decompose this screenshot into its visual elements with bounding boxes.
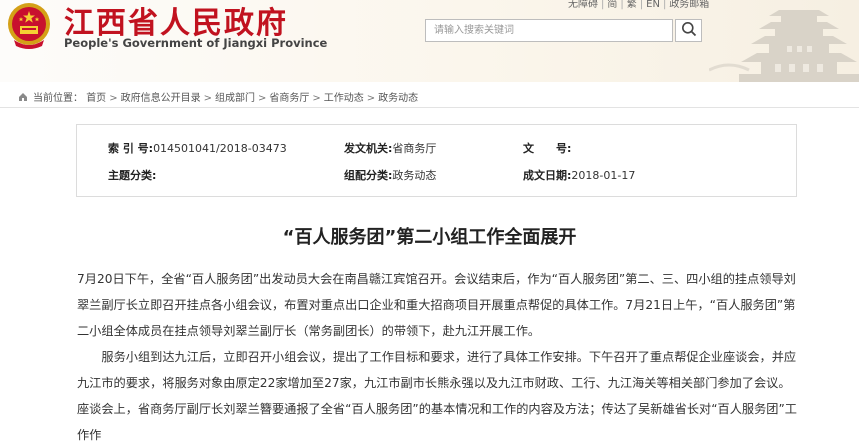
- document-meta-box: 索 引 号:014501041/2018-03473 发文机关:省商务厅 文 号…: [76, 124, 797, 197]
- meta-topic: 主题分类:: [108, 167, 156, 183]
- search-button[interactable]: [675, 19, 702, 42]
- separator: |: [639, 0, 644, 10]
- meta-org-label: 组配分类:: [344, 169, 393, 182]
- breadcrumb-separator: >: [366, 93, 376, 104]
- meta-org: 组配分类:政务动态: [344, 167, 436, 183]
- divider: [0, 107, 859, 108]
- meta-agency-label: 发文机关:: [344, 142, 393, 155]
- pavilion-illustration: [708, 0, 859, 82]
- breadcrumb-separator: >: [257, 93, 267, 104]
- top-link-english[interactable]: EN: [646, 0, 660, 10]
- meta-date: 成文日期:2018-01-17: [523, 167, 635, 183]
- top-link-traditional[interactable]: 繁: [627, 0, 637, 10]
- site-subtitle: People's Government of Jiangxi Province: [64, 36, 328, 50]
- meta-date-value: 2018-01-17: [571, 169, 636, 182]
- breadcrumb-departments[interactable]: 组成部门: [215, 93, 255, 104]
- search-input[interactable]: 请输入搜索关键词: [425, 19, 673, 42]
- article-title: “百人服务团”第二小组工作全面展开: [282, 227, 577, 248]
- meta-index-value: 014501041/2018-03473: [153, 142, 287, 155]
- breadcrumb-gov-news[interactable]: 政务动态: [378, 93, 418, 104]
- meta-docno: 文 号:: [523, 140, 571, 156]
- breadcrumb-catalog[interactable]: 政府信息公开目录: [121, 93, 201, 104]
- breadcrumb-commerce[interactable]: 省商务厅: [269, 93, 309, 104]
- separator: |: [620, 0, 624, 10]
- meta-docno-label: 文 号:: [523, 142, 572, 155]
- meta-agency: 发文机关:省商务厅: [344, 140, 436, 156]
- meta-agency-value: 省商务厅: [392, 142, 437, 155]
- meta-index-label: 索 引 号:: [108, 142, 154, 155]
- meta-date-label: 成文日期:: [523, 169, 572, 182]
- site-header: 江西省人民政府 People's Government of Jiangxi P…: [0, 0, 859, 82]
- top-links: 无障碍 | 简 | 繁 | EN | 政务邮箱: [568, 0, 709, 10]
- meta-index: 索 引 号:014501041/2018-03473: [108, 140, 287, 156]
- breadcrumb-work-news[interactable]: 工作动态: [324, 93, 364, 104]
- meta-topic-label: 主题分类:: [108, 169, 157, 182]
- location-icon: [18, 91, 28, 105]
- breadcrumb-separator: >: [203, 93, 212, 104]
- breadcrumb-home[interactable]: 首页: [86, 93, 106, 104]
- search-icon: [681, 21, 697, 41]
- breadcrumb-separator: >: [312, 93, 321, 104]
- national-emblem-icon[interactable]: [4, 0, 54, 52]
- article-paragraph: 7月20日下午，全省“百人服务团”出发动员大会在南昌赣江宾馆召开。会议结束后，作…: [77, 272, 796, 338]
- breadcrumb-label: 当前位置：: [33, 93, 83, 104]
- meta-org-value: 政务动态: [392, 169, 437, 182]
- breadcrumb: 当前位置： 首页 > 政府信息公开目录 > 组成部门 > 省商务厅 > 工作动态 > 政务动态: [18, 89, 418, 105]
- article-paragraph: 服务小组到达九江后，立即召开小组会议，提出了工作目标和要求，进行了具体工作安排。…: [77, 350, 797, 442]
- separator: |: [662, 0, 667, 10]
- top-link-accessibility[interactable]: 无障碍: [568, 0, 598, 10]
- top-link-simplified[interactable]: 简: [607, 0, 617, 10]
- separator: |: [601, 0, 605, 10]
- top-link-mail[interactable]: 政务邮箱: [669, 0, 709, 10]
- article-body: 7月20日下午，全省“百人服务团”出发动员大会在南昌赣江宾馆召开。会议结束后，作…: [77, 266, 797, 448]
- breadcrumb-separator: >: [109, 93, 118, 104]
